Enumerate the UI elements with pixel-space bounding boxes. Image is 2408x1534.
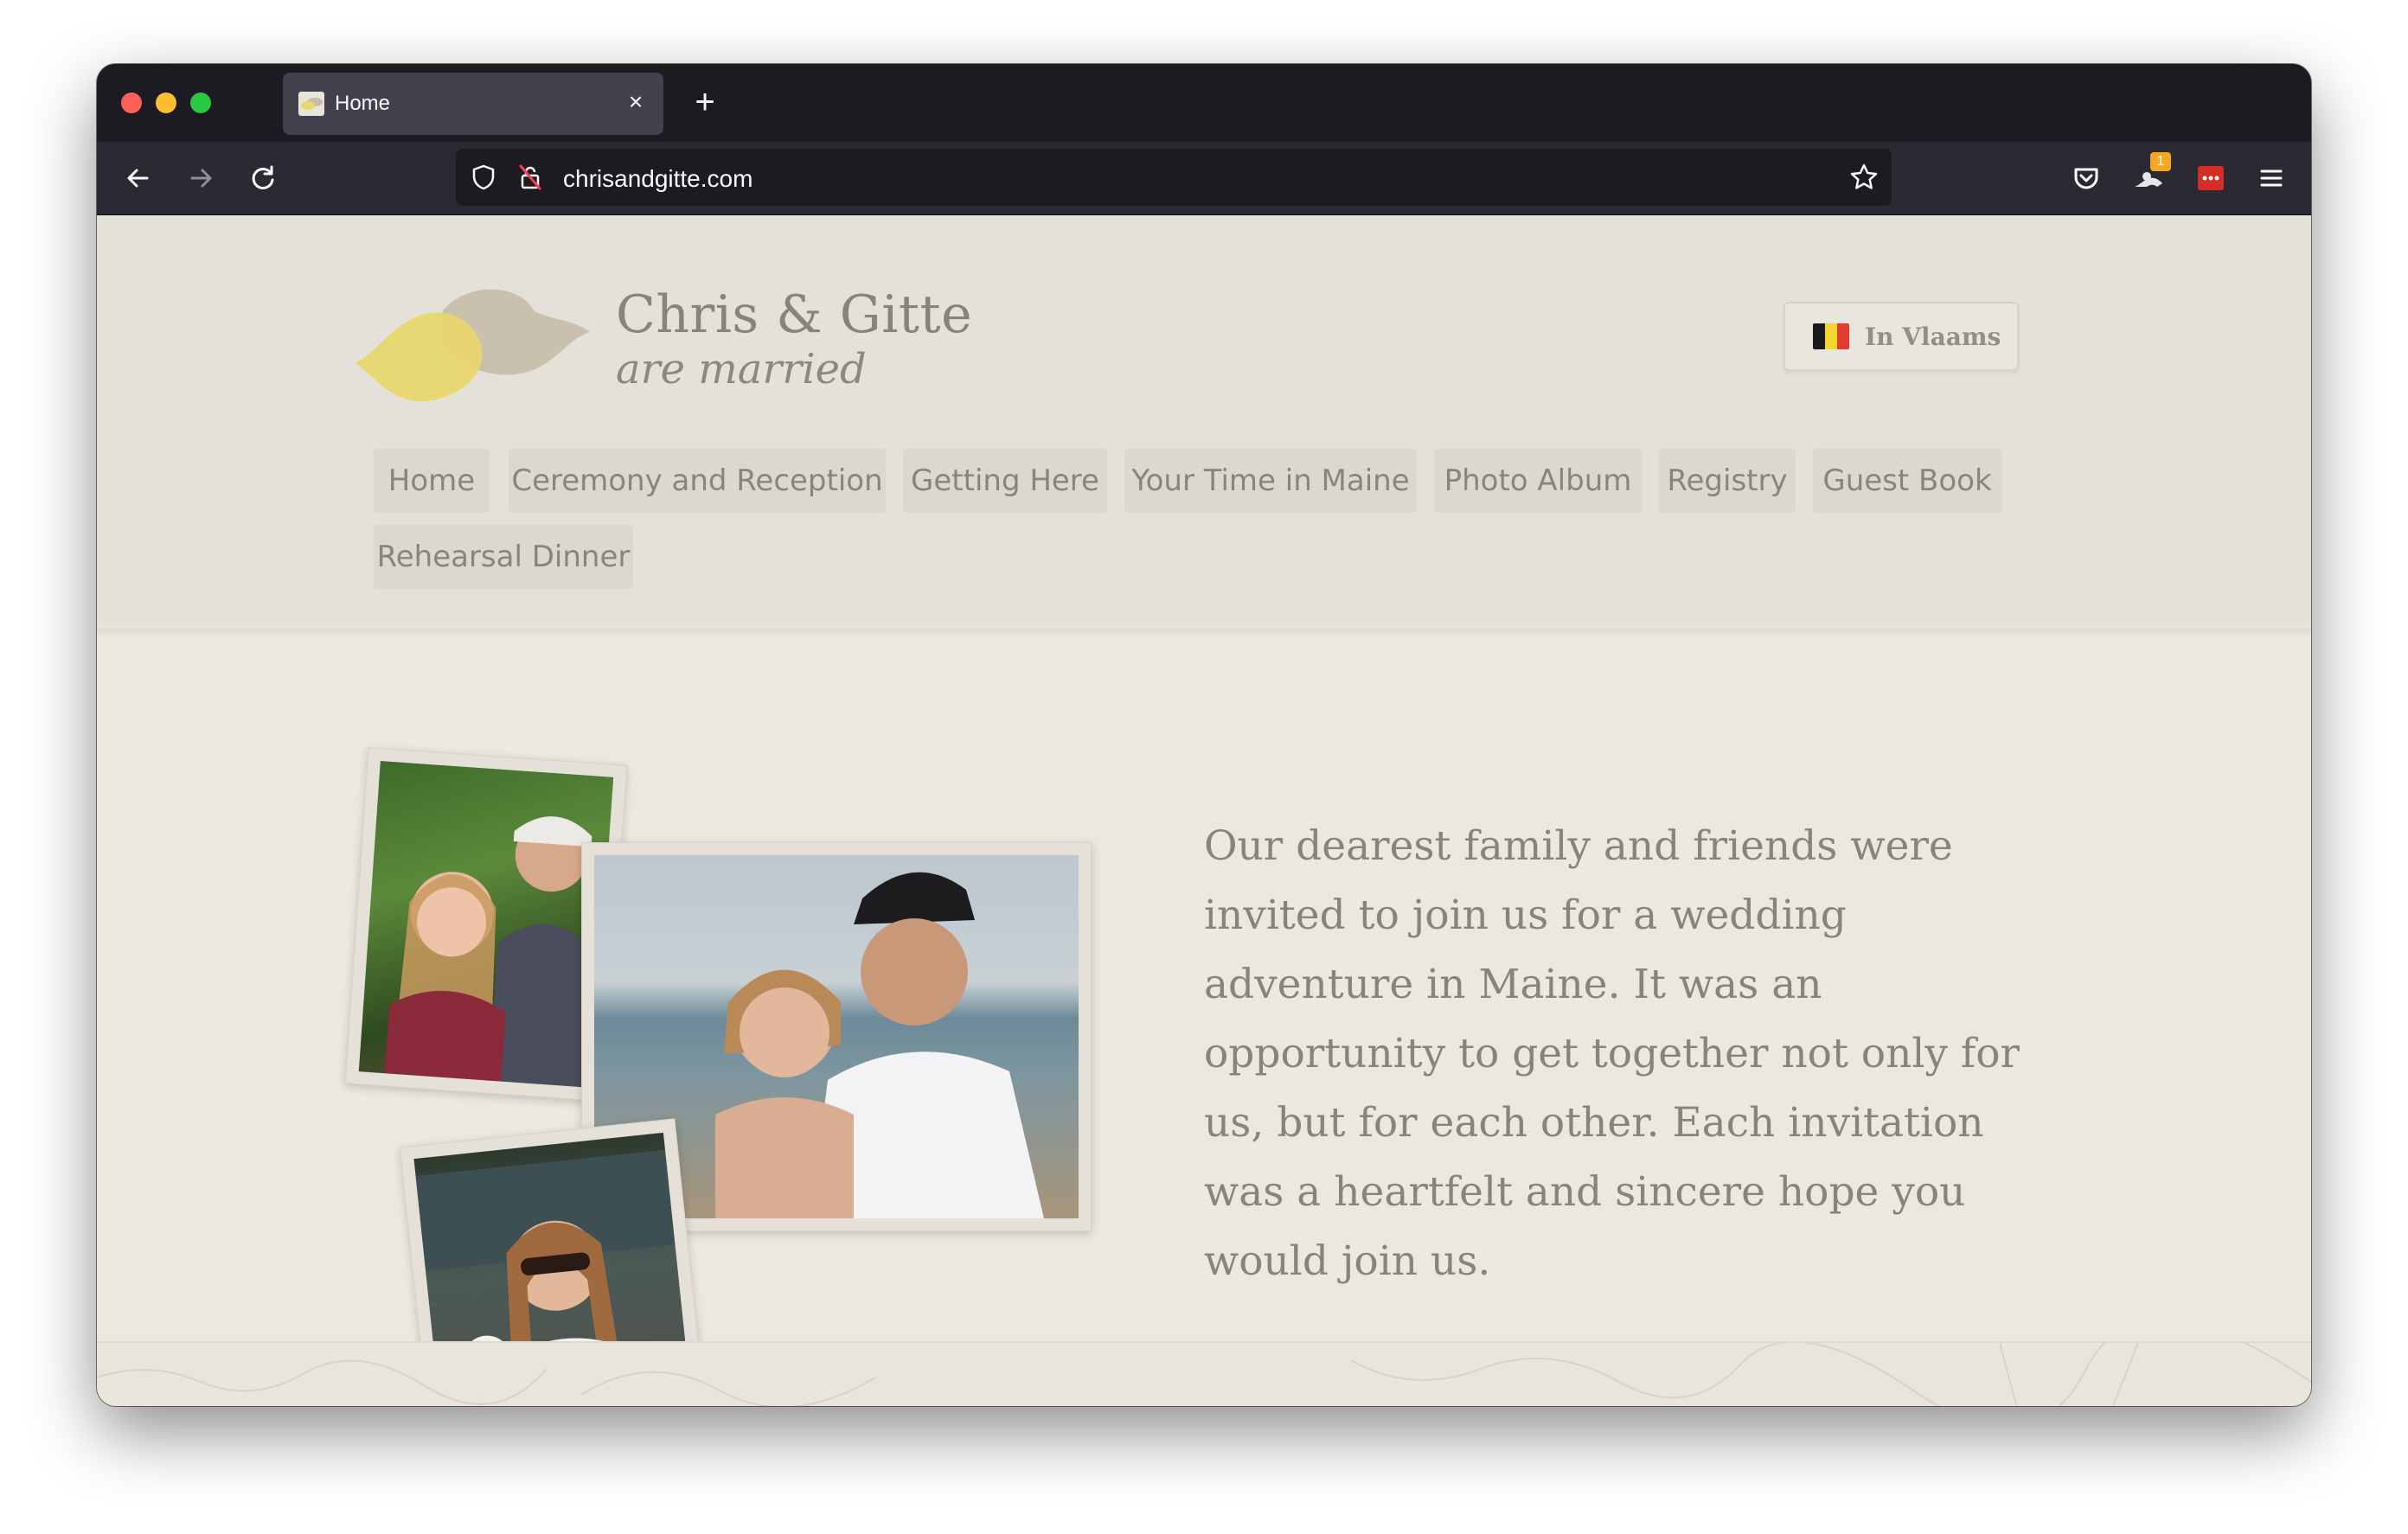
bookmark-star-icon[interactable] [1848,162,1880,193]
site-favicon-icon [298,92,324,116]
password-manager-button[interactable] [2190,157,2232,199]
language-switch-button[interactable]: In Vlaams [1784,302,2019,371]
address-bar[interactable]: chrisandgitte.com [456,149,1892,206]
nav-getting-here[interactable]: Getting Here [903,449,1107,513]
nav-ceremony-and-reception[interactable]: Ceremony and Reception [509,449,886,513]
minimize-window-button[interactable] [156,93,176,113]
language-switch-label: In Vlaams [1865,323,2001,351]
navigation-toolbar: chrisandgitte.com 1 [97,142,2311,215]
site-header: Chris & Gitte are married In Vlaams Home… [97,215,2311,637]
lovebirds-logo-icon[interactable] [339,280,599,410]
password-manager-icon [2198,166,2224,190]
close-window-button[interactable] [121,93,142,113]
web-page: Chris & Gitte are married In Vlaams Home… [97,215,2311,1406]
photo-collage [344,747,1126,1406]
reload-button[interactable] [244,159,282,197]
hamburger-menu-icon [2260,169,2283,187]
zoom-window-button[interactable] [190,93,211,113]
reload-icon [252,165,274,189]
forward-button[interactable] [182,159,220,197]
nav-photo-album[interactable]: Photo Album [1434,449,1642,513]
site-subtitle: are married [616,345,867,393]
url-text: chrisandgitte.com [563,165,753,192]
back-button[interactable] [119,159,157,197]
nav-home[interactable]: Home [374,449,490,513]
tab-home[interactable]: Home × [283,73,663,135]
title-bar: Home × + [97,64,2311,142]
nav-rehearsal-dinner[interactable]: Rehearsal Dinner [374,525,633,589]
tab-title: Home [335,92,391,115]
app-menu-button[interactable] [2251,157,2292,199]
insecure-lock-icon[interactable] [516,163,544,192]
pocket-button[interactable] [2065,157,2107,199]
intro-paragraph: Our dearest family and friends were invi… [1204,822,2021,1285]
tab-close-icon[interactable]: × [620,86,651,118]
footer-map-decoration [97,1319,2311,1406]
back-arrow-icon [127,169,149,188]
nav-registry[interactable]: Registry [1659,449,1796,513]
pocket-icon [2074,168,2098,189]
forward-arrow-icon [190,169,212,188]
nav-your-time-in-maine[interactable]: Your Time in Maine [1124,449,1417,513]
extension-badge: 1 [2150,152,2171,171]
shield-icon[interactable] [470,163,497,191]
new-tab-button[interactable]: + [685,83,725,123]
nav-guest-book[interactable]: Guest Book [1813,449,2001,513]
extension-button[interactable]: 1 [2128,152,2171,199]
browser-window: Home × + chrisandgitte.com 1 Chris & Git… [97,64,2311,1406]
site-title[interactable]: Chris & Gitte [616,284,972,345]
belgium-flag-icon [1813,323,1849,349]
